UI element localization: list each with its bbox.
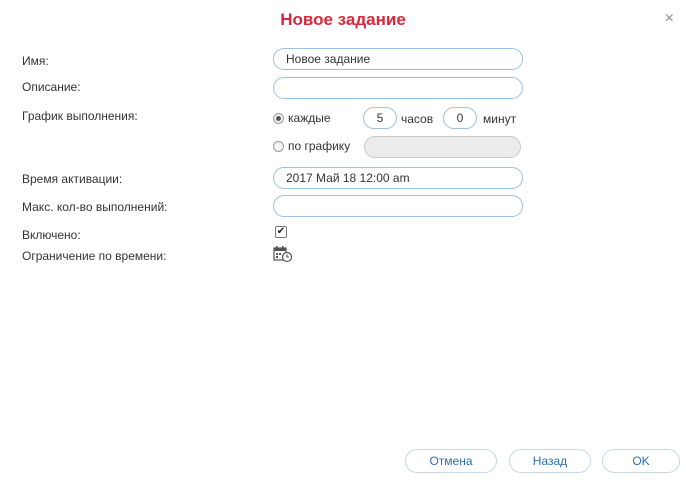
by-schedule-label: по графику [288,139,351,153]
activation-time-label: Время активации: [22,172,123,186]
max-runs-label: Макс. кол-во выполнений: [22,200,168,214]
max-runs-input[interactable] [273,195,523,217]
calendar-clock-icon[interactable] [273,245,293,268]
radio-every[interactable] [273,112,284,124]
close-icon[interactable]: × [665,10,674,28]
every-label: каждые [288,111,331,125]
hours-unit: часов [401,112,434,126]
description-input[interactable] [273,77,523,99]
name-input[interactable]: Новое задание [273,48,523,70]
dialog-title: Новое задание [280,10,406,29]
schedule-label: График выполнения: [22,109,138,123]
description-label: Описание: [22,80,81,94]
back-button[interactable]: Назад [509,449,591,473]
enabled-label: Включено: [22,228,81,242]
minutes-input[interactable]: 0 [443,107,477,129]
radio-by-schedule[interactable] [273,140,284,152]
schedule-by-schedule-option[interactable]: по графику [273,139,350,153]
new-task-dialog: Новое задание × Имя: Новое задание Описа… [0,0,686,484]
ok-button[interactable]: OK [602,449,680,473]
minutes-unit: минут [483,112,517,126]
name-label: Имя: [22,54,49,68]
schedule-every-option[interactable]: каждые [273,111,331,125]
enabled-checkbox[interactable]: ✔ [275,226,287,238]
time-limit-label: Ограничение по времени: [22,249,167,263]
cancel-button[interactable]: Отмена [405,449,497,473]
schedule-expression-input [364,136,521,158]
activation-time-input[interactable]: 2017 Май 18 12:00 am [273,167,523,189]
hours-input[interactable]: 5 [363,107,397,129]
